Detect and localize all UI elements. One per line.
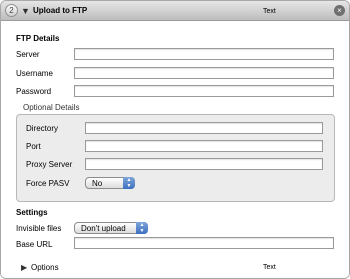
action-header[interactable]: 2 ▼ Upload to FTP Text × bbox=[1, 1, 349, 21]
password-field[interactable] bbox=[74, 85, 334, 97]
optional-details-heading: Optional Details bbox=[21, 103, 82, 113]
optional-details-group: Directory Port Proxy Server Force PASV N… bbox=[16, 114, 335, 202]
directory-field[interactable] bbox=[85, 122, 323, 134]
force-pasv-value: No bbox=[92, 179, 103, 188]
popup-arrows-icon: ▲ ▼ bbox=[136, 222, 148, 234]
password-label: Password bbox=[16, 87, 52, 96]
action-footer: ▶ Options Text bbox=[1, 257, 349, 278]
force-pasv-popup[interactable]: No ▲ ▼ bbox=[85, 177, 135, 189]
step-number-badge: 2 bbox=[5, 4, 18, 17]
force-pasv-label: Force PASV bbox=[26, 179, 70, 188]
server-label: Server bbox=[16, 50, 40, 59]
disclosure-triangle-down-icon[interactable]: ▼ bbox=[21, 6, 30, 16]
proxy-server-label: Proxy Server bbox=[26, 160, 73, 169]
action-result-type: Text bbox=[263, 8, 276, 15]
ftp-details-heading: FTP Details bbox=[16, 34, 60, 43]
settings-heading: Settings bbox=[16, 208, 48, 217]
username-label: Username bbox=[16, 69, 53, 78]
username-field[interactable] bbox=[74, 67, 334, 79]
upload-to-ftp-action: 2 ▼ Upload to FTP Text × FTP Details Ser… bbox=[0, 0, 350, 279]
close-icon[interactable]: × bbox=[334, 5, 345, 16]
action-input-type: Text bbox=[263, 264, 276, 271]
disclosure-triangle-right-icon[interactable]: ▶ bbox=[21, 263, 27, 273]
action-title: Upload to FTP bbox=[33, 6, 88, 15]
port-label: Port bbox=[26, 142, 41, 151]
base-url-field[interactable] bbox=[74, 237, 334, 249]
base-url-label: Base URL bbox=[16, 240, 53, 249]
proxy-server-field[interactable] bbox=[85, 158, 323, 170]
server-field[interactable] bbox=[74, 48, 334, 60]
invisible-files-popup[interactable]: Don't upload ▲ ▼ bbox=[74, 222, 148, 234]
options-toggle[interactable]: Options bbox=[31, 263, 59, 273]
invisible-files-value: Don't upload bbox=[81, 224, 126, 233]
popup-arrows-icon: ▲ ▼ bbox=[123, 177, 135, 189]
invisible-files-label: Invisible files bbox=[16, 224, 62, 233]
port-field[interactable] bbox=[85, 140, 323, 152]
directory-label: Directory bbox=[26, 124, 59, 133]
